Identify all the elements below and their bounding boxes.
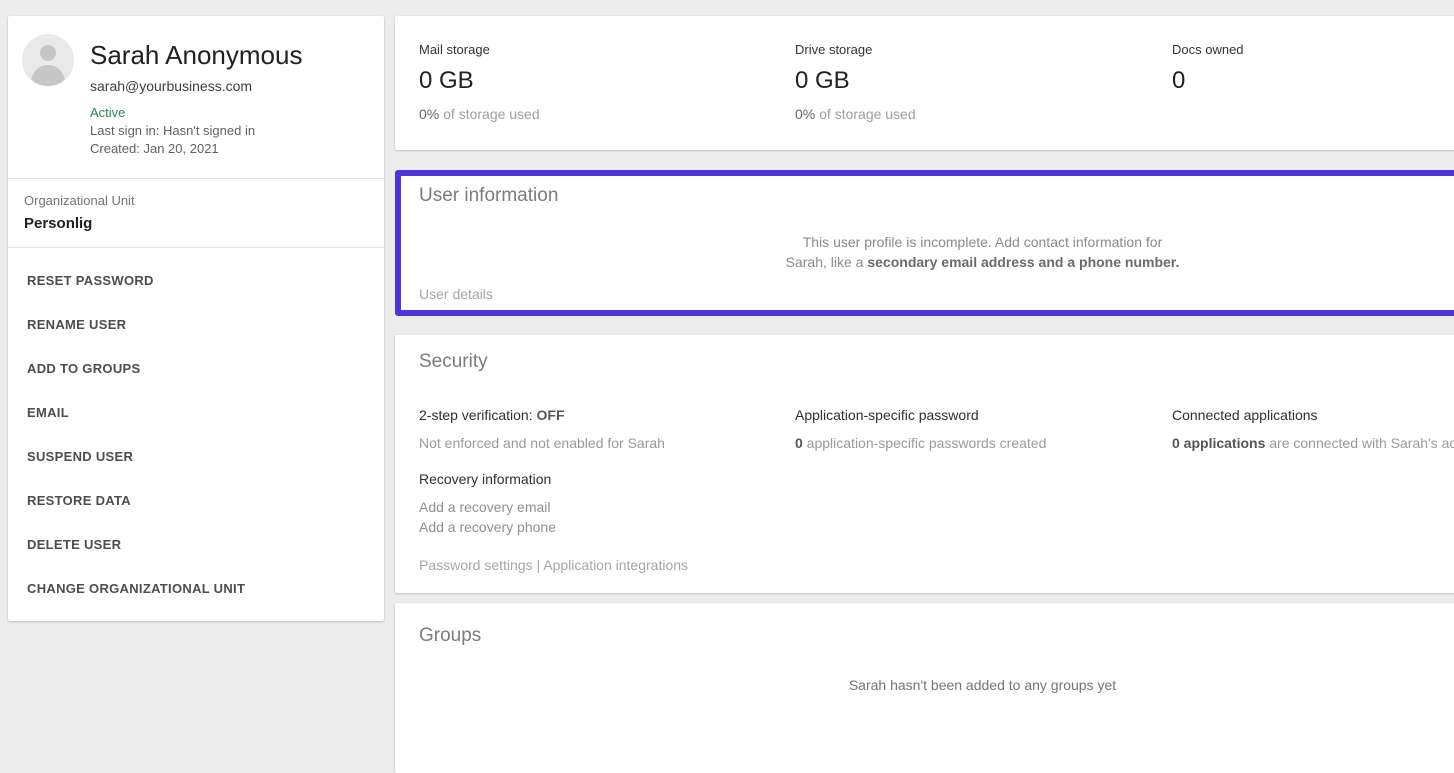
user-details-link[interactable]: User details xyxy=(419,286,493,302)
docs-owned-label: Docs owned xyxy=(1172,42,1454,57)
created-date: Created: Jan 20, 2021 xyxy=(90,141,219,156)
drive-storage-label: Drive storage xyxy=(795,42,1172,57)
user-name: Sarah Anonymous xyxy=(90,40,302,70)
recovery-information-block: Recovery information Add a recovery emai… xyxy=(419,469,556,537)
status-badge: Active xyxy=(90,105,125,120)
change-org-unit-button[interactable]: CHANGE ORGANIZATIONAL UNIT xyxy=(8,566,384,610)
add-recovery-email-link[interactable]: Add a recovery email xyxy=(419,497,556,517)
profile-section: Sarah Anonymous sarah@yourbusiness.com A… xyxy=(8,16,384,178)
two-step-state: OFF xyxy=(537,407,565,423)
mail-storage-label: Mail storage xyxy=(419,42,795,57)
drive-storage-value: 0 GB xyxy=(795,67,1172,95)
suspend-user-button[interactable]: SUSPEND USER xyxy=(8,434,384,478)
add-recovery-phone-link[interactable]: Add a recovery phone xyxy=(419,517,556,537)
message-line-1: This user profile is incomplete. Add con… xyxy=(401,232,1454,252)
groups-title: Groups xyxy=(419,625,481,647)
connected-apps-sub: 0 applications are connected with Sarah'… xyxy=(1172,433,1454,453)
footer-separator: | xyxy=(533,557,544,573)
delete-user-button[interactable]: DELETE USER xyxy=(8,522,384,566)
security-footer-links: Password settings | Application integrat… xyxy=(419,557,688,573)
docs-owned-value: 0 xyxy=(1172,67,1454,95)
connected-apps-heading: Connected applications xyxy=(1172,405,1454,425)
incomplete-profile-message: This user profile is incomplete. Add con… xyxy=(401,232,1454,272)
drive-storage-stat: Drive storage 0 GB 0% of storage used xyxy=(795,42,1172,150)
application-integrations-link[interactable]: Application integrations xyxy=(543,557,688,573)
mail-storage-value: 0 GB xyxy=(419,67,795,95)
user-email: sarah@yourbusiness.com xyxy=(90,78,252,94)
add-to-groups-button[interactable]: ADD TO GROUPS xyxy=(8,346,384,390)
user-actions-menu: RESET PASSWORD RENAME USER ADD TO GROUPS… xyxy=(8,248,384,610)
two-step-heading: 2-step verification: OFF xyxy=(419,405,795,425)
org-unit-label: Organizational Unit xyxy=(24,193,135,208)
usage-stats-card: Mail storage 0 GB 0% of storage used Dri… xyxy=(395,16,1454,150)
rename-user-button[interactable]: RENAME USER xyxy=(8,302,384,346)
user-information-title: User information xyxy=(419,185,558,207)
detail-panels: Mail storage 0 GB 0% of storage used Dri… xyxy=(395,16,1454,681)
restore-data-button[interactable]: RESTORE DATA xyxy=(8,478,384,522)
reset-password-button[interactable]: RESET PASSWORD xyxy=(8,258,384,302)
groups-empty-message: Sarah hasn't been added to any groups ye… xyxy=(395,675,1454,695)
recovery-links: Add a recovery email Add a recovery phon… xyxy=(419,497,556,537)
email-button[interactable]: EMAIL xyxy=(8,390,384,434)
app-password-sub: 0 application-specific passwords created xyxy=(795,433,1172,453)
avatar xyxy=(22,34,74,86)
app-password-heading: Application-specific password xyxy=(795,405,1172,425)
user-summary-card: Sarah Anonymous sarah@yourbusiness.com A… xyxy=(8,16,384,621)
two-step-sub: Not enforced and not enabled for Sarah xyxy=(419,433,795,453)
message-line-2: Sarah, like a secondary email address an… xyxy=(401,252,1454,272)
drive-storage-percent: 0% of storage used xyxy=(795,106,1172,122)
user-information-card: User information This user profile is in… xyxy=(395,170,1454,316)
two-step-verification-block: 2-step verification: OFF Not enforced an… xyxy=(419,405,795,453)
app-specific-password-block: Application-specific password 0 applicat… xyxy=(795,405,1172,453)
last-sign-in: Last sign in: Hasn't signed in xyxy=(90,123,255,138)
connected-applications-block: Connected applications 0 applications ar… xyxy=(1172,405,1454,453)
recovery-heading: Recovery information xyxy=(419,469,556,489)
groups-card: Groups Sarah hasn't been added to any gr… xyxy=(395,603,1454,773)
password-settings-link[interactable]: Password settings xyxy=(419,557,533,573)
security-columns: 2-step verification: OFF Not enforced an… xyxy=(419,405,1454,453)
security-title: Security xyxy=(419,351,488,373)
organizational-unit-section: Organizational Unit Personlig xyxy=(8,178,384,248)
mail-storage-percent: 0% of storage used xyxy=(419,106,795,122)
mail-storage-stat: Mail storage 0 GB 0% of storage used xyxy=(419,42,795,150)
org-unit-value: Personlig xyxy=(24,215,92,232)
docs-owned-stat: Docs owned 0 xyxy=(1172,42,1454,150)
security-card: Security 2-step verification: OFF Not en… xyxy=(395,335,1454,593)
